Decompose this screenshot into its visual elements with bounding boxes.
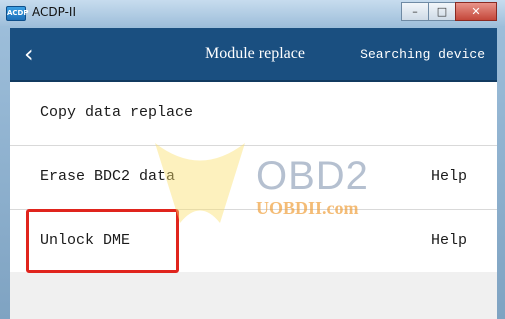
window-controls: – □ ✕ (401, 2, 497, 21)
page-title: Module replace (205, 45, 305, 62)
menu-item-label: Copy data replace (40, 104, 194, 121)
device-status: Searching device (360, 47, 485, 62)
help-link[interactable]: Help (431, 168, 467, 185)
empty-list-area (10, 272, 497, 319)
maximize-button[interactable]: □ (428, 2, 456, 21)
title-bar[interactable]: ACDP ACDP-II – □ ✕ (0, 0, 505, 26)
watermark-site: UOBDII.com (256, 198, 359, 218)
watermark-brand: OBD2 (256, 154, 369, 198)
back-arrow-icon[interactable]: ‹ (24, 40, 52, 68)
menu-item-copy-data-replace[interactable]: Copy data replace (10, 82, 497, 146)
app-icon: ACDP (6, 6, 29, 21)
highlight-box (26, 209, 179, 273)
header-bar: ‹ Module replace Searching device (10, 28, 497, 82)
window-title: ACDP-II (32, 5, 76, 19)
menu-item-erase-bdc2-data[interactable]: Erase BDC2 data Help (10, 146, 497, 210)
minimize-button[interactable]: – (401, 2, 429, 21)
close-button[interactable]: ✕ (455, 2, 497, 21)
help-link[interactable]: Help (431, 232, 467, 249)
app-content: ‹ Module replace Searching device Copy d… (10, 28, 497, 319)
app-window: ACDP ACDP-II – □ ✕ ‹ Module replace Sear… (0, 0, 505, 319)
menu-item-label: Erase BDC2 data (40, 168, 176, 185)
